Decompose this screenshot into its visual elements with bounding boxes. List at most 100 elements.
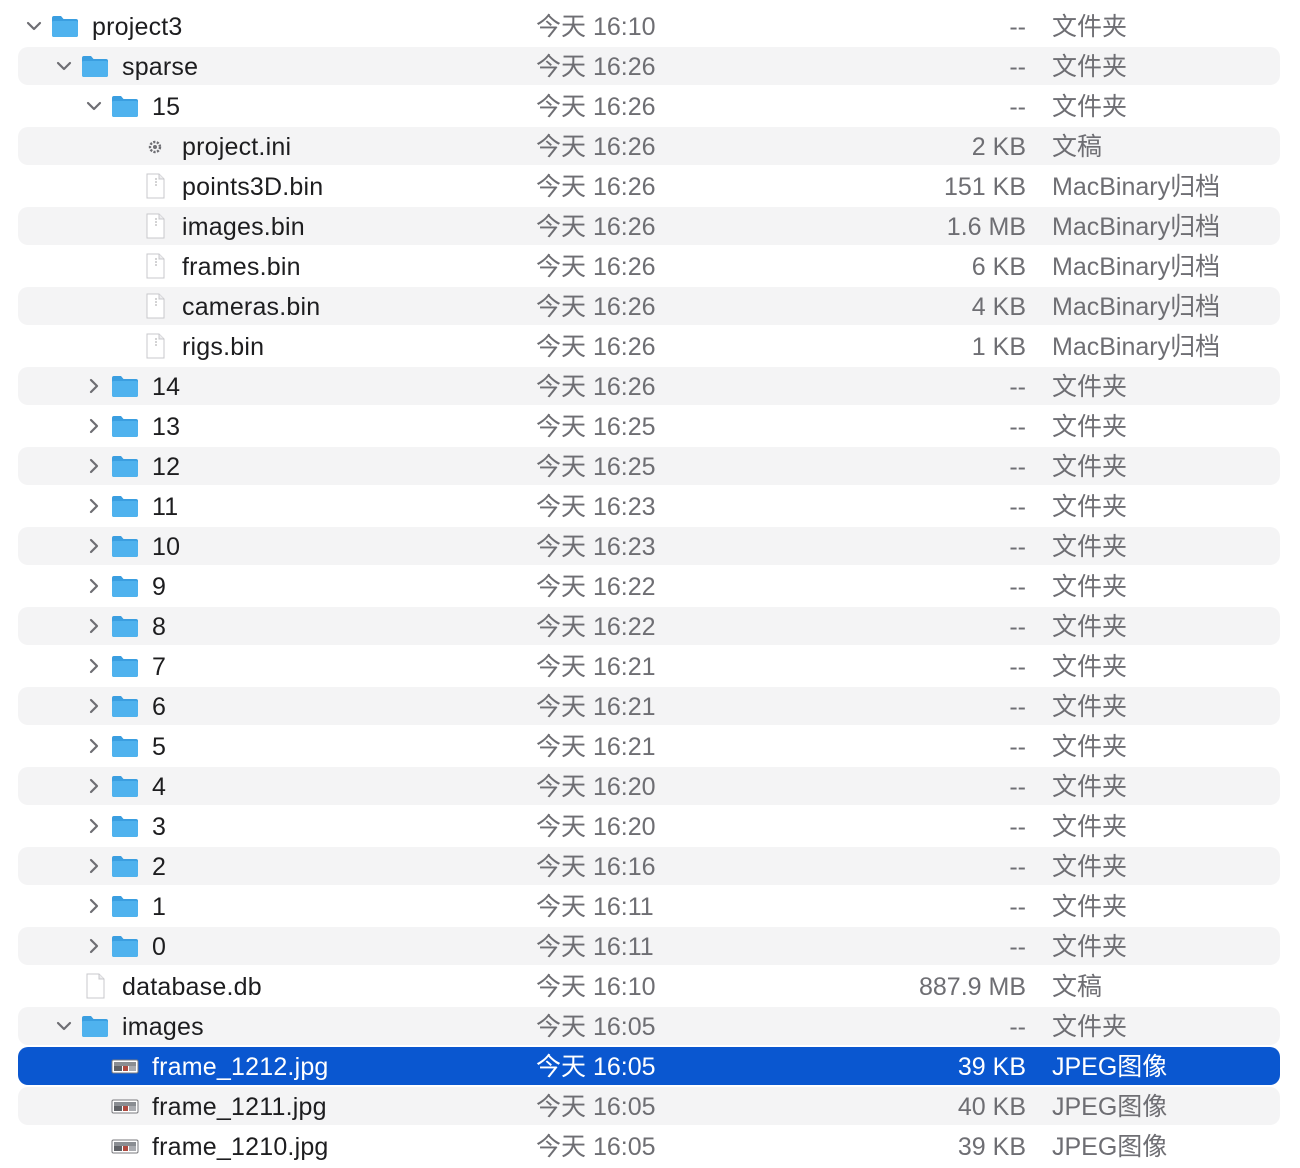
chevron-down-icon[interactable] — [54, 56, 74, 76]
file-name: 2 — [152, 853, 167, 881]
file-row[interactable]: frame_1212.jpg 今天 16:05 39 KB JPEG图像 — [18, 1047, 1280, 1085]
chevron-right-icon[interactable] — [84, 856, 104, 876]
file-row[interactable]: 12 今天 16:25 -- 文件夹 — [18, 447, 1280, 485]
folder-icon — [110, 853, 140, 879]
chevron-down-icon[interactable] — [54, 1016, 74, 1036]
date-modified: 今天 16:25 — [536, 453, 656, 481]
file-kind: JPEG图像 — [1052, 1133, 1168, 1161]
chevron-right-icon[interactable] — [84, 496, 104, 516]
file-size: -- — [1009, 693, 1026, 721]
file-row[interactable]: 14 今天 16:26 -- 文件夹 — [18, 367, 1280, 405]
chevron-right-icon[interactable] — [84, 776, 104, 796]
file-row[interactable]: 6 今天 16:21 -- 文件夹 — [18, 687, 1280, 725]
date-modified: 今天 16:16 — [536, 853, 656, 881]
chevron-right-icon[interactable] — [84, 896, 104, 916]
date-modified: 今天 16:26 — [536, 253, 656, 281]
folder-icon — [110, 693, 140, 719]
file-row[interactable]: project.ini 今天 16:26 2 KB 文稿 — [18, 127, 1280, 165]
folder-icon — [110, 493, 140, 519]
file-name: 3 — [152, 813, 167, 841]
file-row[interactable]: points3D.bin 今天 16:26 151 KB MacBinary归档 — [18, 167, 1280, 205]
date-modified: 今天 16:26 — [536, 293, 656, 321]
file-row[interactable]: 1 今天 16:11 -- 文件夹 — [18, 887, 1280, 925]
archive-file-icon — [140, 253, 170, 279]
date-modified: 今天 16:26 — [536, 213, 656, 241]
file-row[interactable]: cameras.bin 今天 16:26 4 KB MacBinary归档 — [18, 287, 1280, 325]
file-name: images.bin — [182, 213, 305, 241]
chevron-right-icon[interactable] — [84, 656, 104, 676]
file-kind: 文件夹 — [1052, 93, 1128, 121]
chevron-right-icon[interactable] — [84, 576, 104, 596]
file-kind: MacBinary归档 — [1052, 253, 1221, 281]
file-kind: JPEG图像 — [1052, 1093, 1168, 1121]
file-row[interactable]: 13 今天 16:25 -- 文件夹 — [18, 407, 1280, 445]
file-kind: JPEG图像 — [1052, 1053, 1168, 1081]
file-size: -- — [1009, 573, 1026, 601]
file-name: points3D.bin — [182, 173, 324, 201]
date-modified: 今天 16:26 — [536, 373, 656, 401]
file-row[interactable]: project3 今天 16:10 -- 文件夹 — [18, 7, 1280, 45]
file-row[interactable]: frames.bin 今天 16:26 6 KB MacBinary归档 — [18, 247, 1280, 285]
folder-icon — [110, 453, 140, 479]
chevron-right-icon[interactable] — [84, 816, 104, 836]
settings-file-icon — [140, 133, 170, 159]
file-size: 4 KB — [971, 293, 1026, 321]
chevron-right-icon[interactable] — [84, 376, 104, 396]
chevron-right-icon[interactable] — [84, 536, 104, 556]
file-row[interactable]: database.db 今天 16:10 887.9 MB 文稿 — [18, 967, 1280, 1005]
file-kind: 文件夹 — [1052, 573, 1128, 601]
document-file-icon — [80, 973, 110, 999]
chevron-right-icon[interactable] — [84, 416, 104, 436]
file-row[interactable]: 2 今天 16:16 -- 文件夹 — [18, 847, 1280, 885]
file-name: project.ini — [182, 133, 292, 161]
file-row[interactable]: 4 今天 16:20 -- 文件夹 — [18, 767, 1280, 805]
chevron-right-icon[interactable] — [84, 736, 104, 756]
file-name: 10 — [152, 533, 181, 561]
file-size: -- — [1009, 773, 1026, 801]
file-size: 887.9 MB — [918, 973, 1026, 1001]
chevron-down-icon[interactable] — [84, 96, 104, 116]
file-row[interactable]: 0 今天 16:11 -- 文件夹 — [18, 927, 1280, 965]
file-row[interactable]: 11 今天 16:23 -- 文件夹 — [18, 487, 1280, 525]
file-name: 11 — [152, 493, 179, 521]
file-name: 4 — [152, 773, 167, 801]
file-row[interactable]: 15 今天 16:26 -- 文件夹 — [18, 87, 1280, 125]
file-row[interactable]: sparse 今天 16:26 -- 文件夹 — [18, 47, 1280, 85]
file-row[interactable]: 10 今天 16:23 -- 文件夹 — [18, 527, 1280, 565]
file-row[interactable]: 8 今天 16:22 -- 文件夹 — [18, 607, 1280, 645]
file-row[interactable]: 9 今天 16:22 -- 文件夹 — [18, 567, 1280, 605]
date-modified: 今天 16:26 — [536, 133, 656, 161]
date-modified: 今天 16:20 — [536, 813, 656, 841]
file-name: 0 — [152, 933, 167, 961]
date-modified: 今天 16:05 — [536, 1053, 656, 1081]
file-row[interactable]: frame_1210.jpg 今天 16:05 39 KB JPEG图像 — [18, 1127, 1280, 1165]
file-size: 1.6 MB — [946, 213, 1026, 241]
file-row[interactable]: 3 今天 16:20 -- 文件夹 — [18, 807, 1280, 845]
file-kind: 文件夹 — [1052, 693, 1128, 721]
file-name: frame_1210.jpg — [152, 1133, 329, 1161]
file-kind: MacBinary归档 — [1052, 293, 1221, 321]
chevron-right-icon[interactable] — [84, 696, 104, 716]
archive-file-icon — [140, 333, 170, 359]
chevron-right-icon[interactable] — [84, 456, 104, 476]
chevron-down-icon[interactable] — [24, 16, 44, 36]
chevron-right-icon[interactable] — [84, 936, 104, 956]
folder-icon — [110, 933, 140, 959]
file-size: -- — [1009, 533, 1026, 561]
date-modified: 今天 16:20 — [536, 773, 656, 801]
file-size: -- — [1009, 853, 1026, 881]
file-name: 5 — [152, 733, 167, 761]
file-name: 9 — [152, 573, 167, 601]
file-row[interactable]: 5 今天 16:21 -- 文件夹 — [18, 727, 1280, 765]
file-row[interactable]: images 今天 16:05 -- 文件夹 — [18, 1007, 1280, 1045]
file-row[interactable]: 7 今天 16:21 -- 文件夹 — [18, 647, 1280, 685]
file-row[interactable]: frame_1211.jpg 今天 16:05 40 KB JPEG图像 — [18, 1087, 1280, 1125]
file-row[interactable]: rigs.bin 今天 16:26 1 KB MacBinary归档 — [18, 327, 1280, 365]
file-row[interactable]: images.bin 今天 16:26 1.6 MB MacBinary归档 — [18, 207, 1280, 245]
chevron-right-icon[interactable] — [84, 616, 104, 636]
folder-icon — [110, 533, 140, 559]
file-size: -- — [1009, 893, 1026, 921]
date-modified: 今天 16:23 — [536, 493, 656, 521]
file-name: frame_1211.jpg — [152, 1093, 327, 1121]
file-size: 39 KB — [957, 1133, 1026, 1161]
